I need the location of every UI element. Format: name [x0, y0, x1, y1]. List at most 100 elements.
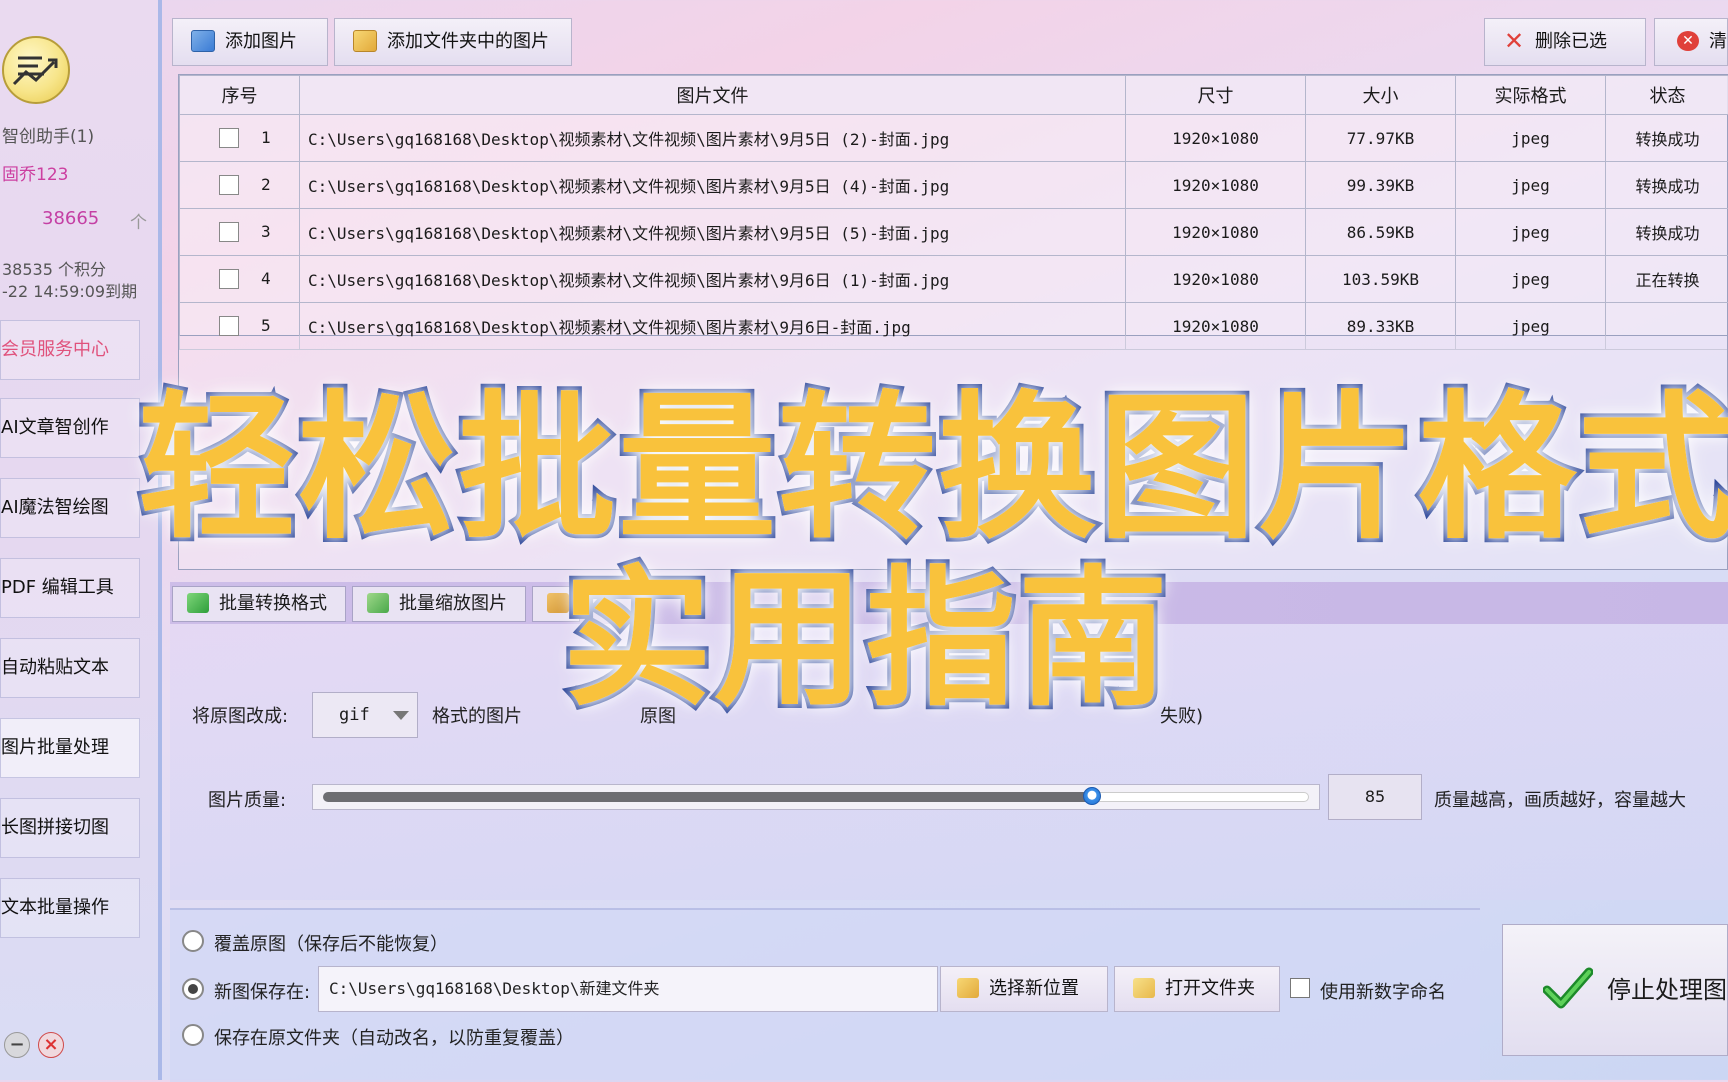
row-index: 3	[261, 222, 271, 241]
quality-hint: 质量越高，画质越好，容量越大	[1434, 786, 1686, 812]
row-file-path: C:\Users\gq168168\Desktop\视频素材\文件视频\图片素材…	[300, 115, 1126, 162]
convert-to-label: 将原图改成:	[192, 702, 288, 728]
row-index: 5	[261, 316, 271, 335]
tab-batch-resize[interactable]: 批量缩放图片	[352, 586, 526, 622]
app-name: 智创助手(1)	[2, 122, 94, 147]
choose-location-label: 选择新位置	[989, 978, 1079, 999]
col-header-format[interactable]: 实际格式	[1456, 76, 1606, 115]
expiry-text: -22 14:59:09到期	[2, 278, 137, 302]
use-number-name-label: 使用新数字命名	[1320, 978, 1446, 1004]
folder-open-icon	[1133, 978, 1155, 998]
open-folder-button[interactable]: 打开文件夹	[1114, 966, 1280, 1012]
overwrite-radio[interactable]	[182, 930, 204, 952]
app-logo-icon	[2, 36, 70, 104]
folder-add-icon	[353, 30, 377, 52]
stop-processing-label: 停止处理图	[1607, 976, 1727, 1004]
row-status: 正在转换	[1606, 256, 1728, 303]
choose-location-button[interactable]: 选择新位置	[940, 966, 1108, 1012]
clear-circle-x-icon: ✕	[1677, 31, 1699, 51]
delete-selected-button[interactable]: ✕ 删除已选	[1484, 18, 1646, 66]
resize-arrows-icon	[367, 593, 389, 613]
col-header-size[interactable]: 大小	[1306, 76, 1456, 115]
table-row[interactable]: 3 C:\Users\gq168168\Desktop\视频素材\文件视频\图片…	[180, 209, 1728, 256]
delete-x-icon: ✕	[1503, 31, 1525, 51]
stop-processing-button[interactable]: 停止处理图	[1502, 924, 1728, 1056]
sidebar-item-image-batch[interactable]: 图片批量处理	[0, 718, 140, 778]
credit-count: 38665	[42, 208, 99, 229]
tab-batch-resize-label: 批量缩放图片	[399, 593, 507, 614]
row-checkbox[interactable]	[219, 128, 239, 148]
close-icon[interactable]: ×	[38, 1032, 64, 1058]
sidebar-item-auto-paste[interactable]: 自动粘贴文本	[0, 638, 140, 698]
points-text: 38535 个积分	[2, 256, 106, 280]
col-header-status[interactable]: 状态	[1606, 76, 1728, 115]
chevron-down-icon	[393, 711, 409, 720]
row-checkbox[interactable]	[219, 222, 239, 242]
save-new-label: 新图保存在:	[214, 978, 310, 1004]
row-file-path: C:\Users\gq168168\Desktop\视频素材\文件视频\图片素材…	[300, 256, 1126, 303]
add-folder-images-button[interactable]: 添加文件夹中的图片	[334, 18, 572, 66]
add-image-label: 添加图片	[225, 31, 297, 52]
sidebar-item-text-batch[interactable]: 文本批量操作	[0, 878, 140, 938]
minimize-icon[interactable]: −	[4, 1032, 30, 1058]
format-suffix-label: 格式的图片	[432, 702, 522, 728]
add-image-button[interactable]: 添加图片	[172, 18, 328, 66]
row-file-path: C:\Users\gq168168\Desktop\视频素材\文件视频\图片素材…	[300, 162, 1126, 209]
clear-label: 清	[1709, 31, 1727, 52]
row-dimensions: 1920×1080	[1126, 209, 1306, 256]
convert-arrows-icon	[187, 593, 209, 613]
add-folder-label: 添加文件夹中的图片	[387, 31, 549, 52]
use-number-name-checkbox[interactable]	[1290, 978, 1310, 998]
row-dimensions: 1920×1080	[1126, 115, 1306, 162]
row-index: 4	[261, 269, 271, 288]
row-status: 转换成功	[1606, 162, 1728, 209]
row-file-size: 77.97KB	[1306, 115, 1456, 162]
row-format: jpeg	[1456, 162, 1606, 209]
delete-selected-label: 删除已选	[1535, 31, 1607, 52]
row-checkbox[interactable]	[219, 175, 239, 195]
col-header-dimensions[interactable]: 尺寸	[1126, 76, 1306, 115]
image-file-table: 序号 图片文件 尺寸 大小 实际格式 状态 1 C:\Users\gq16816…	[178, 74, 1728, 336]
overlay-title-line2: 实用指南	[562, 518, 1170, 735]
row-dimensions: 1920×1080	[1126, 256, 1306, 303]
open-folder-label: 打开文件夹	[1165, 978, 1255, 999]
table-row[interactable]: 2 C:\Users\gq168168\Desktop\视频素材\文件视频\图片…	[180, 162, 1728, 209]
row-checkbox[interactable]	[219, 316, 239, 336]
clear-button[interactable]: ✕清	[1654, 18, 1728, 66]
sidebar-item-ai-drawing[interactable]: AI魔法智绘图	[0, 478, 140, 538]
table-row[interactable]: 4 C:\Users\gq168168\Desktop\视频素材\文件视频\图片…	[180, 256, 1728, 303]
row-file-size: 99.39KB	[1306, 162, 1456, 209]
row-format: jpeg	[1456, 209, 1606, 256]
col-header-file[interactable]: 图片文件	[300, 76, 1126, 115]
row-file-size: 103.59KB	[1306, 256, 1456, 303]
overwrite-label: 覆盖原图（保存后不能恢复）	[214, 930, 448, 956]
checkmark-icon	[1543, 966, 1593, 1010]
quality-label: 图片质量:	[208, 786, 286, 812]
row-format: jpeg	[1456, 256, 1606, 303]
sidebar-item-pdf-tools[interactable]: PDF 编辑工具	[0, 558, 140, 618]
user-name-link[interactable]: 固乔123	[2, 160, 68, 185]
row-status: 转换成功	[1606, 115, 1728, 162]
save-original-label: 保存在原文件夹（自动改名，以防重复覆盖）	[214, 1024, 574, 1050]
table-row[interactable]: 1 C:\Users\gq168168\Desktop\视频素材\文件视频\图片…	[180, 115, 1728, 162]
quality-slider-thumb[interactable]	[1083, 787, 1101, 805]
credit-unit: 个	[130, 208, 147, 233]
quality-slider-fill	[323, 792, 1092, 802]
folder-choose-icon	[957, 978, 979, 998]
col-header-index[interactable]: 序号	[180, 76, 300, 115]
row-checkbox[interactable]	[219, 269, 239, 289]
tab-batch-convert-format[interactable]: 批量转换格式	[172, 586, 346, 622]
quality-value-input[interactable]: 85	[1328, 774, 1422, 820]
member-service-center-button[interactable]: 会员服务中心	[0, 320, 140, 380]
row-file-size: 86.59KB	[1306, 209, 1456, 256]
target-format-select[interactable]: gif	[312, 692, 418, 738]
save-new-radio[interactable]	[182, 978, 204, 1000]
tab-batch-convert-label: 批量转换格式	[219, 593, 327, 614]
sidebar-item-long-image[interactable]: 长图拼接切图	[0, 798, 140, 858]
save-original-radio[interactable]	[182, 1024, 204, 1046]
image-add-icon	[191, 30, 215, 52]
row-status: 转换成功	[1606, 209, 1728, 256]
sidebar-item-ai-article[interactable]: AI文章智创作	[0, 398, 140, 458]
save-path-input[interactable]: C:\Users\gq168168\Desktop\新建文件夹	[318, 966, 938, 1012]
quality-slider[interactable]	[312, 784, 1320, 810]
